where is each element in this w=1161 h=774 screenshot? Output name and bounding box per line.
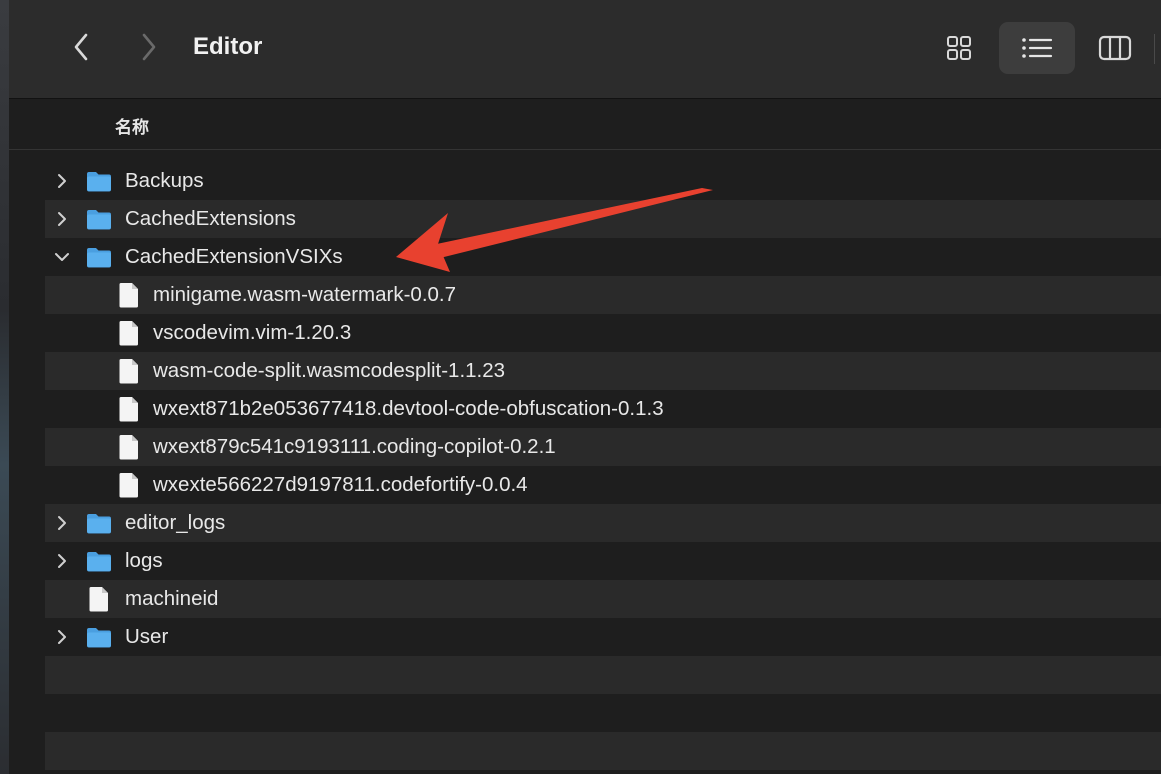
item-label: machineid [125, 587, 219, 610]
folder-icon [87, 514, 111, 534]
list-item-file[interactable]: wxext871b2e053677418.devtool-code-obfusc… [45, 390, 1161, 428]
disclosure-chevron-right-icon[interactable] [53, 628, 71, 646]
icon-view-button[interactable] [937, 24, 981, 72]
document-icon [119, 397, 138, 422]
folder-icon [87, 172, 111, 192]
list-item-folder[interactable]: editor_logs [45, 504, 1161, 542]
list-item-folder[interactable]: logs [45, 542, 1161, 580]
document-icon [119, 473, 138, 498]
disclosure-chevron-right-icon[interactable] [53, 552, 71, 570]
item-label: editor_logs [125, 511, 226, 534]
disclosure-chevron-right-icon[interactable] [53, 514, 71, 532]
forward-button[interactable] [127, 24, 171, 70]
icon-view-icon [947, 36, 971, 60]
list-view-icon [1022, 38, 1053, 58]
item-label: wasm-code-split.wasmcodesplit-1.1.23 [153, 359, 506, 382]
empty-row [45, 732, 1161, 770]
document-icon [119, 283, 138, 308]
item-label: User [125, 625, 169, 648]
list-item-file[interactable]: wasm-code-split.wasmcodesplit-1.1.23 [45, 352, 1161, 390]
item-label: CachedExtensions [125, 207, 296, 230]
toolbar: Editor [9, 0, 1161, 99]
back-button[interactable] [59, 24, 103, 70]
chevron-right-icon [142, 33, 156, 61]
empty-row [45, 694, 1161, 732]
document-icon [89, 587, 108, 612]
column-header: 名称 [9, 99, 1161, 150]
folder-icon [87, 552, 111, 572]
finder-window: Editor 名称 Backups CachedExtensions Cache… [9, 0, 1161, 774]
list-item-folder[interactable]: User [45, 618, 1161, 656]
list-item-folder[interactable]: Backups [45, 162, 1161, 200]
column-view-icon [1098, 35, 1132, 61]
disclosure-chevron-right-icon[interactable] [53, 210, 71, 228]
disclosure-chevron-right-icon[interactable] [53, 172, 71, 190]
list-item-folder[interactable]: CachedExtensions [45, 200, 1161, 238]
item-label: CachedExtensionVSIXs [125, 245, 343, 268]
item-label: vscodevim.vim-1.20.3 [153, 321, 352, 344]
item-label: wxexte566227d9197811.codefortify-0.0.4 [153, 473, 528, 496]
list-view-button[interactable] [999, 22, 1075, 74]
window-title: Editor [193, 33, 263, 60]
file-list: Backups CachedExtensions CachedExtension… [45, 162, 1161, 770]
document-icon [119, 435, 138, 460]
item-label: wxext879c541c9193111.coding-copilot-0.2.… [153, 435, 556, 458]
column-header-name[interactable]: 名称 [115, 113, 149, 138]
folder-icon [87, 210, 111, 230]
chevron-left-icon [74, 33, 88, 61]
item-label: wxext871b2e053677418.devtool-code-obfusc… [153, 397, 664, 420]
item-label: logs [125, 549, 163, 572]
disclosure-chevron-down-icon[interactable] [53, 248, 71, 266]
empty-row [45, 656, 1161, 694]
folder-icon [87, 248, 111, 268]
toolbar-divider [1154, 34, 1155, 64]
list-item-file[interactable]: vscodevim.vim-1.20.3 [45, 314, 1161, 352]
list-item-file[interactable]: minigame.wasm-watermark-0.0.7 [45, 276, 1161, 314]
list-item-file[interactable]: machineid [45, 580, 1161, 618]
column-view-button[interactable] [1089, 24, 1141, 72]
item-label: minigame.wasm-watermark-0.0.7 [153, 283, 457, 306]
list-item-file[interactable]: wxexte566227d9197811.codefortify-0.0.4 [45, 466, 1161, 504]
desktop-edge [0, 0, 9, 774]
document-icon [119, 359, 138, 384]
item-label: Backups [125, 169, 204, 192]
folder-icon [87, 628, 111, 648]
document-icon [119, 321, 138, 346]
list-item-file[interactable]: wxext879c541c9193111.coding-copilot-0.2.… [45, 428, 1161, 466]
list-item-folder-expanded[interactable]: CachedExtensionVSIXs [45, 238, 1161, 276]
